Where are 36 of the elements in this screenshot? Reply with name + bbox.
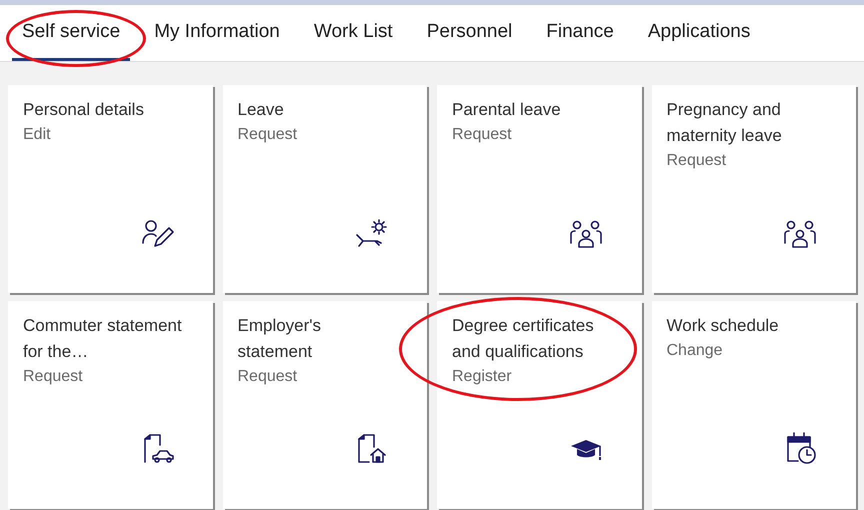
app-tile[interactable]: Leave Request: [222, 85, 427, 293]
sun-lounger-icon: [355, 219, 389, 249]
app-tile[interactable]: Personal details Edit: [8, 85, 212, 293]
app-tile[interactable]: Commuter statement for the… Request: [8, 301, 212, 509]
tile-title: Commuter statement for the…: [23, 315, 182, 363]
tile-title: Leave: [238, 99, 285, 121]
tab[interactable]: My Information: [144, 5, 290, 61]
tab[interactable]: Applications: [638, 5, 760, 61]
tile-title: Degree certificates and qualifications: [452, 315, 595, 363]
family-icon: [782, 219, 818, 249]
tile-title: Employer's statement: [238, 315, 322, 363]
tile-title: Parental leave: [452, 99, 562, 121]
tile-subtitle: Change: [666, 341, 724, 361]
family-icon: [568, 219, 604, 249]
tab[interactable]: Personnel: [416, 5, 522, 61]
app-tile[interactable]: Work schedule Change: [652, 301, 856, 509]
calendar-clock-icon: [784, 431, 818, 465]
person-pencil-icon: [140, 219, 174, 249]
tab[interactable]: Finance: [536, 5, 624, 61]
document-house-icon: [355, 433, 389, 465]
tile-subtitle: Request: [238, 125, 298, 145]
tile-title: Work schedule: [666, 315, 780, 337]
app-tile[interactable]: Degree certificates and qualifications Register: [437, 301, 642, 509]
tile-subtitle: Request: [238, 367, 298, 387]
tile-title: Pregnancy and maternity leave: [666, 99, 783, 147]
tile-subtitle: Edit: [23, 125, 52, 145]
tab[interactable]: Self service: [12, 5, 130, 61]
app-tile[interactable]: Employer's statement Request: [222, 301, 427, 509]
app-tile[interactable]: Pregnancy and maternity leave Request: [652, 85, 856, 293]
tile-subtitle: Register: [452, 367, 513, 387]
tile-title: Personal details: [23, 99, 145, 121]
tile-subtitle: Request: [666, 151, 728, 171]
app-tile[interactable]: Parental leave Request: [437, 85, 642, 293]
tile-subtitle: Request: [23, 367, 84, 387]
tile-subtitle: Request: [452, 125, 513, 145]
tab[interactable]: Work List: [304, 5, 403, 61]
